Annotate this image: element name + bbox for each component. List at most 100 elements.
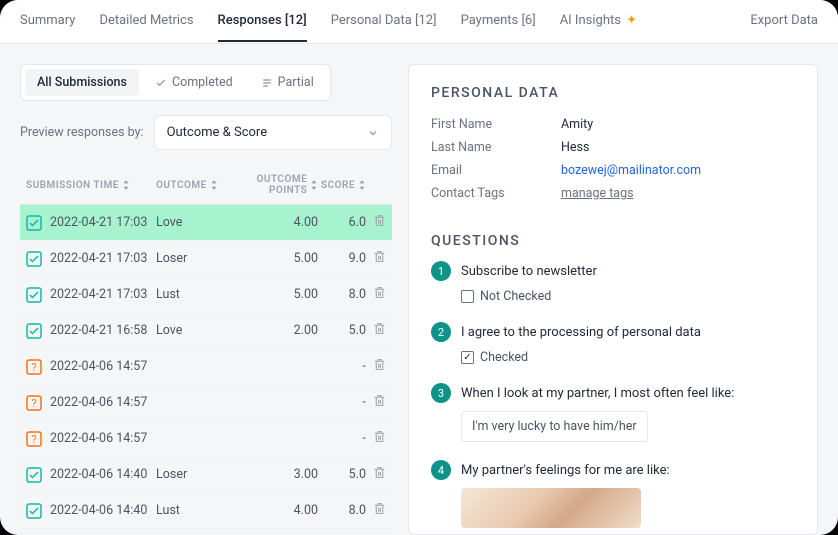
question-number-badge: 2 <box>431 322 451 342</box>
cell-time: 2022-04-21 16:58 <box>50 323 156 338</box>
preview-label: Preview responses by: <box>20 125 144 140</box>
preview-select[interactable]: Outcome & Score <box>154 115 392 150</box>
table-row[interactable]: 2022-04-06 14:40Lust4.008.0 <box>20 493 392 529</box>
cell-points: 4.00 <box>218 503 318 518</box>
cell-points: 3.00 <box>218 467 318 482</box>
cell-time: 2022-04-21 17:03 <box>50 287 156 302</box>
table-row[interactable]: ? 2022-04-06 14:57 - <box>20 385 392 421</box>
export-data-button[interactable]: Export Data <box>750 1 818 42</box>
cell-points: 4.00 <box>218 215 318 230</box>
col-score[interactable]: SCORE <box>318 174 366 196</box>
filter-completed[interactable]: Completed <box>143 69 245 96</box>
delete-row-button[interactable] <box>366 358 386 375</box>
table-row[interactable]: 2022-04-21 16:58Love2.005.0 <box>20 313 392 349</box>
contact-tags-label: Contact Tags <box>431 186 561 201</box>
question-number-badge: 3 <box>431 383 451 403</box>
cell-time: 2022-04-21 17:03 <box>50 215 156 230</box>
preview-row: Preview responses by: Outcome & Score <box>20 115 392 150</box>
status-complete-icon <box>26 503 42 519</box>
delete-row-button[interactable] <box>366 394 386 411</box>
col-outcome[interactable]: OUTCOME <box>156 174 218 196</box>
sparkle-icon: ✦ <box>623 13 637 28</box>
tab-detailed-metrics[interactable]: Detailed Metrics <box>99 1 193 42</box>
table-row[interactable]: 2022-04-21 17:03Loser5.009.0 <box>20 241 392 277</box>
app-window: Summary Detailed Metrics Responses [12] … <box>0 0 838 535</box>
tab-bar: Summary Detailed Metrics Responses [12] … <box>0 0 838 44</box>
content-area: All Submissions Completed Partial Previe… <box>0 44 838 535</box>
sort-icon <box>358 180 366 190</box>
delete-row-button[interactable] <box>366 430 386 447</box>
cell-score: 8.0 <box>318 503 366 518</box>
personal-data-title: PERSONAL DATA <box>431 85 795 101</box>
cell-score: 6.0 <box>318 215 366 230</box>
question-number-badge: 1 <box>431 261 451 281</box>
question-number-badge: 4 <box>431 460 451 480</box>
detail-panel: PERSONAL DATA First NameAmity Last NameH… <box>408 64 818 535</box>
delete-row-button[interactable] <box>366 214 386 231</box>
table-header: SUBMISSION TIME OUTCOME OUTCOME POINTS S… <box>20 166 392 205</box>
cell-score: - <box>318 395 366 410</box>
cell-score: 5.0 <box>318 323 366 338</box>
question-2-answer: Checked <box>461 350 795 365</box>
email-value[interactable]: bozewej@mailinator.com <box>561 163 701 178</box>
table-row[interactable]: ? 2022-04-06 14:57 - <box>20 349 392 385</box>
tab-responses[interactable]: Responses [12] <box>218 1 307 42</box>
left-panel: All Submissions Completed Partial Previe… <box>20 64 392 535</box>
filter-pills: All Submissions Completed Partial <box>20 64 331 101</box>
question-1: 1Subscribe to newsletter Not Checked <box>431 261 795 304</box>
delete-row-button[interactable] <box>366 502 386 519</box>
cell-time: 2022-04-06 14:40 <box>50 503 156 518</box>
status-partial-icon: ? <box>26 359 42 375</box>
cell-outcome: Love <box>156 215 218 230</box>
table-row[interactable]: ?2022-04-06 14:57- <box>20 421 392 457</box>
last-name-value: Hess <box>561 140 589 155</box>
question-4-image <box>461 488 641 528</box>
table-row[interactable]: 2022-04-21 17:03Lust5.008.0 <box>20 277 392 313</box>
cell-outcome: Lust <box>156 287 218 302</box>
svg-text:?: ? <box>31 397 36 410</box>
cell-time: 2022-04-06 14:57 <box>50 395 156 410</box>
checkbox-unchecked-icon <box>461 290 474 303</box>
table-row[interactable]: 2022-04-21 17:03Love4.006.0 <box>20 205 392 241</box>
last-name-label: Last Name <box>431 140 561 155</box>
delete-row-button[interactable] <box>366 286 386 303</box>
cell-score: - <box>318 359 366 374</box>
list-icon <box>261 77 273 89</box>
tab-payments[interactable]: Payments [6] <box>461 1 536 42</box>
status-partial-icon: ? <box>26 431 42 447</box>
first-name-value: Amity <box>561 117 593 132</box>
cell-score: - <box>318 431 366 446</box>
question-3-answer: I'm very lucky to have him/her <box>461 411 648 442</box>
question-2: 2 I agree to the processing of personal d… <box>431 322 795 365</box>
sort-icon <box>122 180 130 190</box>
question-4: 4My partner's feelings for me are like: <box>431 460 795 528</box>
tab-summary[interactable]: Summary <box>20 1 75 42</box>
cell-outcome: Loser <box>156 251 218 266</box>
cell-score: 5.0 <box>318 467 366 482</box>
cell-time: 2022-04-21 17:03 <box>50 251 156 266</box>
table-row[interactable]: 2022-04-06 14:40Loser5.008.0 <box>20 529 392 535</box>
filter-partial[interactable]: Partial <box>249 69 326 96</box>
delete-row-button[interactable] <box>366 466 386 483</box>
cell-score: 9.0 <box>318 251 366 266</box>
delete-row-button[interactable] <box>366 322 386 339</box>
checkbox-checked-icon <box>461 351 474 364</box>
status-complete-icon <box>26 251 42 267</box>
table-row[interactable]: 2022-04-06 14:40Loser3.005.0 <box>20 457 392 493</box>
questions-title: QUESTIONS <box>431 233 795 249</box>
filter-all[interactable]: All Submissions <box>25 69 139 96</box>
col-outcome-points[interactable]: OUTCOME POINTS <box>218 174 318 196</box>
tab-personal-data[interactable]: Personal Data [12] <box>331 1 437 42</box>
question-text: I agree to the processing of personal da… <box>461 325 701 340</box>
col-submission-time[interactable]: SUBMISSION TIME <box>26 174 156 196</box>
question-3: 3 When I look at my partner, I most often… <box>431 383 795 442</box>
question-text: When I look at my partner, I most often … <box>461 386 734 401</box>
sort-icon <box>310 180 318 190</box>
tab-ai-insights[interactable]: AI Insights ✦ <box>560 1 637 42</box>
status-complete-icon <box>26 467 42 483</box>
delete-row-button[interactable] <box>366 250 386 267</box>
cell-time: 2022-04-06 14:57 <box>50 359 156 374</box>
cell-outcome: Loser <box>156 467 218 482</box>
question-1-answer: Not Checked <box>461 289 795 304</box>
manage-tags-link[interactable]: manage tags <box>561 186 634 201</box>
